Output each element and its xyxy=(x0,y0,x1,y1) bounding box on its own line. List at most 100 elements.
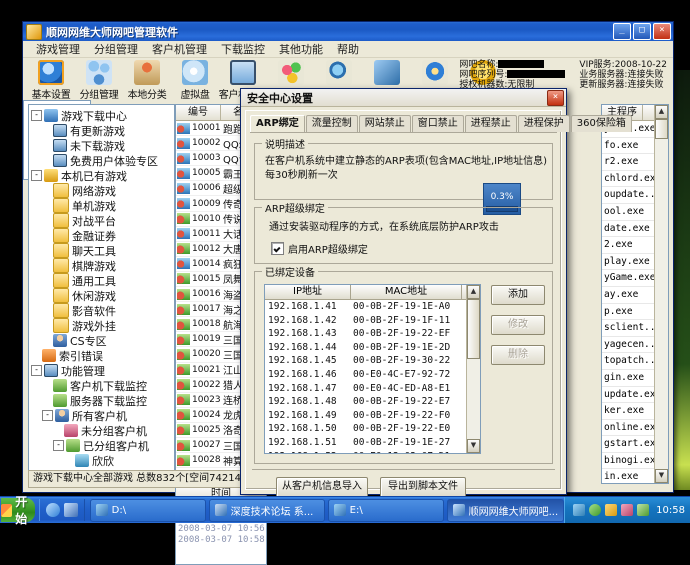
tree-item-18[interactable]: 客户机下载监控 xyxy=(31,378,174,393)
toolbar-button-1[interactable]: 分组管理 xyxy=(75,60,123,101)
tree-expander-icon[interactable]: - xyxy=(53,440,64,451)
tree-item-16[interactable]: 索引错误 xyxy=(31,348,174,363)
tray-icon-4[interactable] xyxy=(621,504,634,516)
scroll-up-icon[interactable]: ▲ xyxy=(467,285,480,299)
scrollbar-thumb[interactable] xyxy=(467,299,480,359)
dialog-tab-2[interactable]: 网站禁止 xyxy=(358,115,411,132)
tree-item-20[interactable]: - 所有客户机 xyxy=(31,408,174,423)
close-button[interactable]: × xyxy=(653,23,671,40)
tree-item-23[interactable]: 欣欣 xyxy=(31,453,174,468)
scroll-down-icon[interactable]: ▼ xyxy=(655,469,668,483)
process-list[interactable]: 主程序 yGame.exefo.exer2.exechlord.exeoupda… xyxy=(601,104,669,484)
device-row[interactable]: 192.168.1.45 00-0B-2F-19-30-22 xyxy=(265,354,480,368)
dialog-tab-6[interactable]: 360保险箱 xyxy=(570,115,632,132)
tree-item-17[interactable]: - 功能管理 xyxy=(31,363,174,378)
device-row[interactable]: 192.168.1.42 00-0B-2F-19-1F-11 xyxy=(265,314,480,328)
tree-item-8[interactable]: 金融证券 xyxy=(31,228,174,243)
scrollbar-thumb[interactable] xyxy=(655,119,668,139)
column-header-mac[interactable]: MAC地址 xyxy=(351,285,462,299)
device-row[interactable]: 192.168.1.46 00-E0-4C-E7-92-72 xyxy=(265,368,480,382)
delete-device-button[interactable]: 删除 xyxy=(491,345,545,365)
menu-item-3[interactable]: 下载监控 xyxy=(214,40,272,58)
tray-icon-2[interactable] xyxy=(589,504,602,516)
tray-icon-5[interactable] xyxy=(637,504,650,516)
device-row[interactable]: 192.168.1.43 00-0B-2F-19-22-EF xyxy=(265,327,480,341)
toolbar-button-3[interactable]: 虚拟盘 xyxy=(171,60,219,101)
menu-item-5[interactable]: 帮助 xyxy=(330,40,366,58)
time-list-row[interactable]: 2008-03-07 10:58:08 xyxy=(176,535,266,546)
taskbar-task-1[interactable]: 深度技术论坛 系... xyxy=(208,498,325,522)
export-to-script-button[interactable]: 导出到脚本文件 xyxy=(380,477,466,498)
column-header-id[interactable]: 编号 xyxy=(176,105,221,120)
tree-item-0[interactable]: - 游戏下载中心 xyxy=(31,108,174,123)
tray-icon-1[interactable] xyxy=(573,504,586,516)
tree-item-11[interactable]: 通用工具 xyxy=(31,273,174,288)
device-row[interactable]: 192.168.1.41 00-0B-2F-19-1E-A0 xyxy=(265,300,480,314)
maximize-button[interactable]: □ xyxy=(633,23,651,40)
menu-item-4[interactable]: 其他功能 xyxy=(272,40,330,58)
tree-item-14[interactable]: 游戏外挂 xyxy=(31,318,174,333)
tree-item-22[interactable]: - 已分组客户机 xyxy=(31,438,174,453)
taskbar-task-2[interactable]: E:\ xyxy=(327,498,444,522)
device-row[interactable]: 192.168.1.51 00-0B-2F-19-1E-27 xyxy=(265,436,480,450)
dialog-tab-5[interactable]: 进程保护 xyxy=(517,115,570,132)
tree-item-3[interactable]: 免费用户体验专区 xyxy=(31,153,174,168)
import-from-client-button[interactable]: 从客户机信息导入 xyxy=(276,477,368,498)
show-desktop-icon[interactable] xyxy=(63,503,78,517)
tree-expander-icon[interactable]: - xyxy=(31,110,42,121)
tree-item-21[interactable]: 未分组客户机 xyxy=(31,423,174,438)
toolbar-button-0[interactable]: 基本设置 xyxy=(27,60,75,101)
device-row[interactable]: 192.168.1.47 00-E0-4C-ED-A8-E1 xyxy=(265,382,480,396)
dialog-tab-1[interactable]: 流量控制 xyxy=(305,115,358,132)
tree-item-9[interactable]: 聊天工具 xyxy=(31,243,174,258)
dialog-tab-0[interactable]: ARP绑定 xyxy=(250,115,305,132)
window-titlebar[interactable]: 顺网网维大师网吧管理软件 _ □ × xyxy=(23,22,673,41)
navigation-tree[interactable]: - 游戏下载中心 有更新游戏 未下载游戏 免费用户体验专区 - 本机已有游戏 网络游戏 单机游戏… xyxy=(28,104,175,484)
menu-item-1[interactable]: 分组管理 xyxy=(87,40,145,58)
device-row[interactable]: 192.168.1.5200-E0-12-02-07-D1 xyxy=(265,450,480,453)
dialog-close-icon[interactable]: × xyxy=(547,89,564,106)
device-row[interactable]: 192.168.1.44 00-0B-2F-19-1E-2D xyxy=(265,341,480,355)
scroll-down-icon[interactable]: ▼ xyxy=(467,439,480,453)
dialog-tab-3[interactable]: 窗口禁止 xyxy=(411,115,464,132)
dialog-title: 安全中心设置 xyxy=(247,91,313,105)
devices-scrollbar[interactable]: ▲ ▼ xyxy=(466,285,480,453)
toolbar-button-2[interactable]: 本地分类 xyxy=(123,60,171,101)
tree-item-12[interactable]: 休闲游戏 xyxy=(31,288,174,303)
tree-item-4[interactable]: - 本机已有游戏 xyxy=(31,168,174,183)
edit-device-button[interactable]: 修改 xyxy=(491,315,545,335)
tree-item-10[interactable]: 棋牌游戏 xyxy=(31,258,174,273)
enable-arp-super-bind-checkbox[interactable]: 启用ARP超级绑定 xyxy=(271,241,368,256)
tree-item-1[interactable]: 有更新游戏 xyxy=(31,123,174,138)
tree-item-19[interactable]: 服务器下载监控 xyxy=(31,393,174,408)
device-row[interactable]: 192.168.1.48 00-0B-2F-19-22-E7 xyxy=(265,395,480,409)
device-row[interactable]: 192.168.1.49 00-0B-2F-19-22-F0 xyxy=(265,409,480,423)
menu-item-2[interactable]: 客户机管理 xyxy=(145,40,214,58)
tree-item-13[interactable]: 影音软件 xyxy=(31,303,174,318)
tree-item-15[interactable]: CS专区 xyxy=(31,333,174,348)
tree-item-2[interactable]: 未下载游戏 xyxy=(31,138,174,153)
dialog-tab-4[interactable]: 进程禁止 xyxy=(464,115,517,132)
add-device-button[interactable]: 添加 xyxy=(491,285,545,305)
column-header-ip[interactable]: IP地址 xyxy=(265,285,351,299)
tree-expander-icon[interactable]: - xyxy=(31,365,42,376)
tree-expander-icon[interactable]: - xyxy=(42,410,53,421)
device-row[interactable]: 192.168.1.50 00-0B-2F-19-22-E0 xyxy=(265,422,480,436)
scroll-up-icon[interactable]: ▲ xyxy=(655,105,668,119)
menu-item-0[interactable]: 游戏管理 xyxy=(29,40,87,58)
dialog-titlebar[interactable]: 安全中心设置 × xyxy=(241,89,566,107)
tree-item-7[interactable]: 对战平台 xyxy=(31,213,174,228)
taskbar-task-0[interactable]: D:\ xyxy=(89,498,206,522)
taskbar-task-3[interactable]: 顺网网维大师网吧... xyxy=(446,498,565,522)
process-list-scrollbar[interactable]: ▲ ▼ xyxy=(654,105,668,483)
taskbar-clock[interactable]: 10:58 xyxy=(656,505,685,516)
start-button[interactable]: 开始 xyxy=(1,495,35,526)
bound-devices-table[interactable]: IP地址 MAC地址 192.168.1.41 00-0B-2F-19-1E-A0… xyxy=(264,284,481,454)
tree-item-5[interactable]: 网络游戏 xyxy=(31,183,174,198)
tree-item-6[interactable]: 单机游戏 xyxy=(31,198,174,213)
internet-explorer-icon[interactable] xyxy=(45,503,60,517)
minimize-button[interactable]: _ xyxy=(613,23,631,40)
tray-icon-3[interactable] xyxy=(605,504,618,516)
time-list-row[interactable]: 2008-03-07 10:56:31 xyxy=(176,524,266,535)
tree-expander-icon[interactable]: - xyxy=(31,170,42,181)
